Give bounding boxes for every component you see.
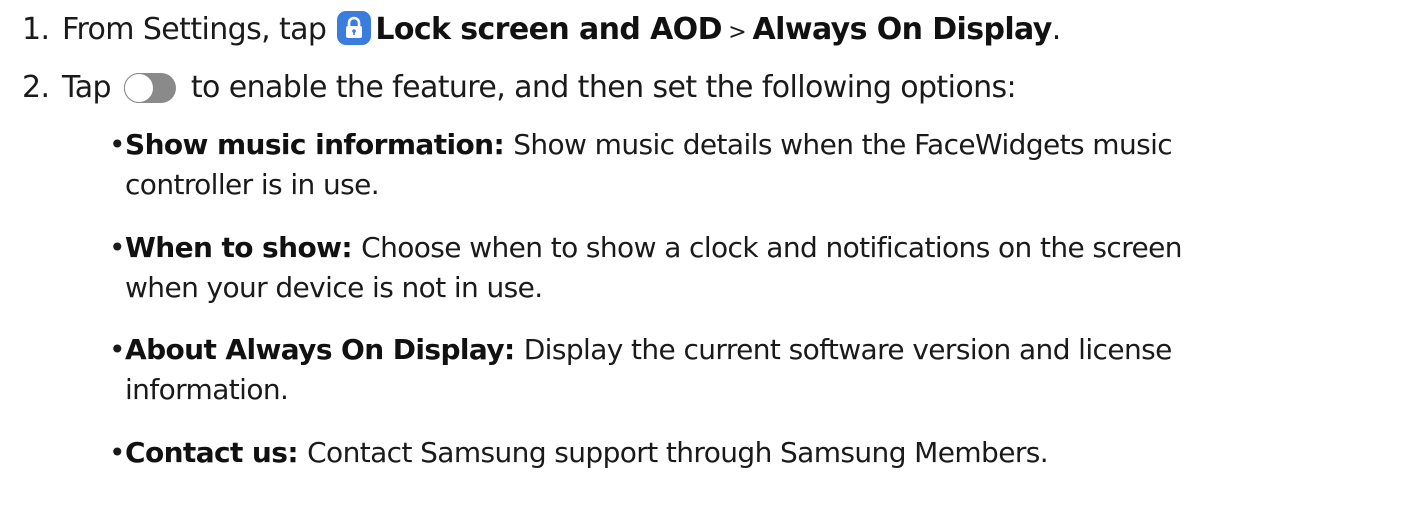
bullet-icon: • (109, 128, 126, 161)
step-number: 1. (22, 12, 50, 47)
step-text-rest: to enable the feature, and then set the … (181, 70, 1017, 105)
option-about-aod: • About Always On Display: Display the c… (109, 330, 1411, 410)
option-desc: Contact Samsung support through Samsung … (307, 436, 1049, 469)
option-desc-cont: when your device is not in use. (125, 271, 543, 304)
toggle-icon (123, 73, 176, 103)
option-desc-cont: controller is in use. (125, 168, 380, 201)
bullet-icon: • (109, 436, 126, 469)
bullet-icon: • (109, 231, 126, 264)
option-desc: Choose when to show a clock and notifica… (361, 231, 1182, 264)
step-text: From Settings, tap (62, 12, 336, 47)
bullet-icon: • (109, 333, 126, 366)
step-text: Tap (62, 70, 120, 105)
option-term: About Always On Display (125, 333, 505, 366)
separator: > (721, 20, 753, 45)
link-always-on-display[interactable]: Always On Display (753, 12, 1053, 47)
period: . (1051, 12, 1062, 47)
option-when-to-show: • When to show: Choose when to show a cl… (109, 228, 1411, 308)
step-1: 1. From Settings, tap Lock screen and AOD… (22, 10, 1061, 53)
option-term: Show music information (125, 128, 494, 161)
option-desc: Display the current software version and… (523, 333, 1173, 366)
option-term: Contact us (125, 436, 288, 469)
option-contact-us: • Contact us: Contact Samsung support th… (109, 433, 1411, 473)
step-number: 2. (22, 70, 50, 105)
lock-icon (337, 11, 372, 45)
option-show-music: • Show music information: Show music det… (109, 125, 1411, 205)
link-lock-screen[interactable]: Lock screen and AOD (375, 12, 722, 47)
option-desc-cont: information. (125, 373, 289, 406)
option-term: When to show (125, 231, 342, 264)
step-2: 2. Tap to enable the feature, and then se… (22, 68, 1017, 108)
toggle-knob (123, 73, 154, 103)
option-desc: Show music details when the FaceWidgets … (513, 128, 1173, 161)
